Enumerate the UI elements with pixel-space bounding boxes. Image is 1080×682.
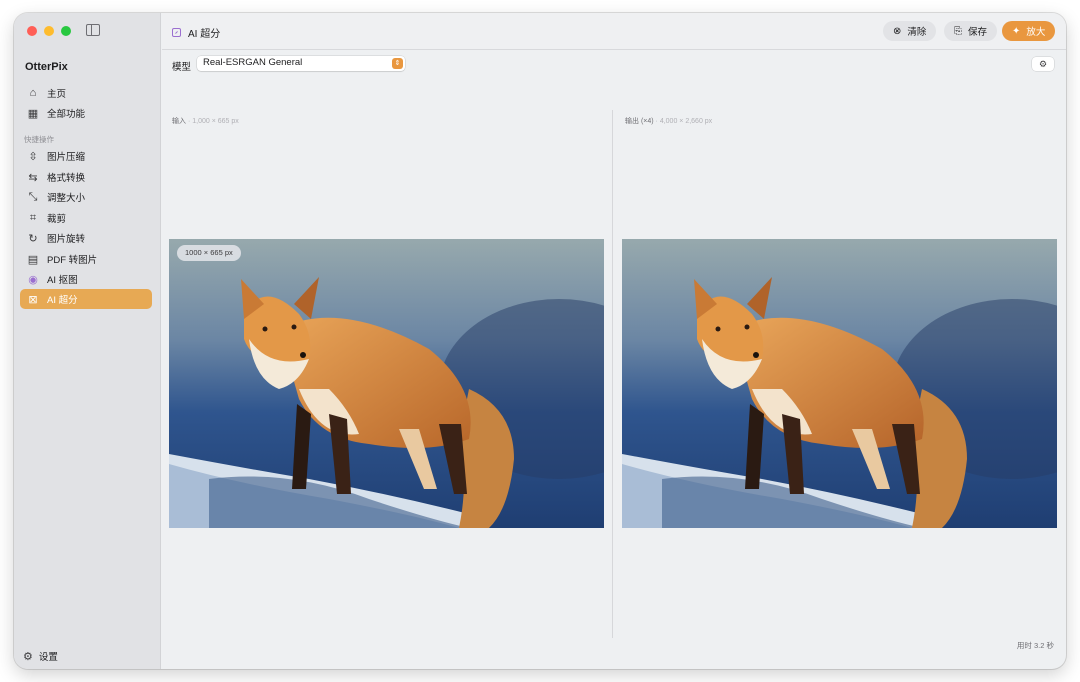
output-image — [622, 239, 1057, 528]
home-icon: ⌂ — [29, 87, 37, 99]
fox-photo-input — [169, 239, 604, 528]
sidebar-item-rotate[interactable]: ↻ 图片旋转 — [20, 228, 152, 248]
clear-icon: ⊗ — [893, 25, 902, 37]
processing-time: 用时 3.2 秒 — [1016, 641, 1054, 650]
rotate-icon: ↻ — [28, 232, 38, 245]
sidebar-item-home[interactable]: ⌂ 主页 — [20, 83, 152, 103]
convert-icon: ⇆ — [28, 171, 38, 184]
page-title-text: AI 超分 — [188, 29, 221, 40]
compress-icon: ⇳ — [28, 150, 38, 163]
sidebar-item-label: AI 超分 — [47, 295, 78, 306]
model-toolbar: 模型 Real-ESRGAN General ⇕ ⚙ — [162, 51, 1066, 77]
output-pane-label: 输出 (×4) · 4,000 × 2,660 px — [625, 116, 712, 126]
window-controls — [27, 26, 71, 36]
zoom-window-button[interactable] — [61, 26, 71, 36]
model-select[interactable]: Real-ESRGAN General ⇕ — [197, 56, 405, 71]
pdf-icon: ▤ — [27, 253, 39, 266]
sidebar-item-label: 全部功能 — [47, 109, 86, 120]
output-label: 输出 (×4) — [625, 118, 654, 125]
upscale-icon — [172, 28, 181, 37]
page-title: AI 超分 — [172, 25, 220, 40]
model-settings-button[interactable]: ⚙ — [1032, 57, 1054, 71]
settings-label: 设置 — [38, 652, 58, 663]
sidebar-item-ai-cutout[interactable]: ◉ AI 抠图 — [20, 269, 152, 289]
upscale-icon: ⊠ — [28, 293, 38, 306]
close-window-button[interactable] — [27, 26, 37, 36]
magic-wand-icon: ✦ — [1012, 25, 1021, 37]
sidebar-toggle-icon[interactable] — [86, 24, 100, 36]
sidebar-item-label: PDF 转图片 — [47, 255, 98, 266]
sidebar-item-all-features[interactable]: ▦ 全部功能 — [20, 103, 152, 123]
output-dims: 4,000 × 2,660 px — [659, 118, 713, 125]
sidebar-item-crop[interactable]: ⌗ 裁剪 — [20, 208, 152, 228]
fox-photo-output — [622, 239, 1057, 528]
save-button[interactable]: ⎘ 保存 — [944, 21, 998, 41]
sidebar-item-label: 裁剪 — [47, 214, 67, 225]
pane-divider[interactable] — [612, 110, 613, 638]
app-name: OtterPix — [25, 61, 68, 73]
sidebar-item-resize[interactable]: ⤡ 调整大小 — [20, 187, 152, 207]
sidebar-item-compress[interactable]: ⇳ 图片压缩 — [20, 146, 152, 166]
sidebar-item-label: 调整大小 — [47, 193, 86, 204]
minimize-window-button[interactable] — [44, 26, 54, 36]
sidebar-item-label: 图片旋转 — [47, 234, 86, 245]
input-label: 输入 — [172, 118, 186, 125]
sidebar-item-pdf-to-image[interactable]: ▤ PDF 转图片 — [20, 249, 152, 269]
sidebar-item-label: AI 抠图 — [47, 275, 78, 286]
person-icon: ◉ — [28, 273, 38, 286]
main-area: AI 超分 ⊗ 清除 ⎘ 保存 ✦ 放大 模型 Real-ESRGAN Gene… — [162, 13, 1066, 669]
model-label: 模型 — [172, 62, 192, 73]
image-size-badge: 1000 × 665 px — [177, 245, 241, 261]
sidebar-item-label: 格式转换 — [47, 173, 86, 184]
sidebar-item-ai-upscale[interactable]: ⊠ AI 超分 — [20, 289, 152, 309]
save-button-label: 保存 — [968, 27, 988, 38]
resize-icon: ⤡ — [28, 190, 38, 203]
app-window: OtterPix ⌂ 主页 ▦ 全部功能 快捷操作 ⇳ 图片压缩 ⇆ 格式转换 … — [14, 13, 1066, 669]
input-dims: 1,000 × 665 px — [192, 118, 239, 125]
upscale-button-label: 放大 — [1026, 27, 1046, 38]
model-select-value: Real-ESRGAN General — [203, 57, 303, 68]
chevron-updown-icon: ⇕ — [392, 58, 403, 69]
input-pane-label: 输入 · 1,000 × 665 px — [172, 116, 239, 126]
gear-icon: ⚙ — [23, 650, 33, 663]
grid-icon: ▦ — [27, 107, 39, 120]
sidebar: OtterPix ⌂ 主页 ▦ 全部功能 快捷操作 ⇳ 图片压缩 ⇆ 格式转换 … — [14, 13, 161, 669]
gear-icon: ⚙ — [1038, 59, 1048, 69]
save-icon: ⎘ — [954, 25, 962, 37]
clear-button[interactable]: ⊗ 清除 — [883, 21, 937, 41]
crop-icon: ⌗ — [29, 211, 37, 224]
sidebar-item-label: 主页 — [47, 89, 67, 100]
sidebar-item-convert[interactable]: ⇆ 格式转换 — [20, 167, 152, 187]
input-image: 1000 × 665 px — [169, 239, 604, 528]
quick-actions-label: 快捷操作 — [24, 135, 54, 144]
sidebar-item-settings[interactable]: ⚙ 设置 — [23, 649, 58, 664]
sidebar-item-label: 图片压缩 — [47, 152, 86, 163]
clear-button-label: 清除 — [907, 27, 927, 38]
title-bar: AI 超分 ⊗ 清除 ⎘ 保存 ✦ 放大 — [162, 13, 1066, 50]
upscale-button[interactable]: ✦ 放大 — [1002, 21, 1056, 41]
